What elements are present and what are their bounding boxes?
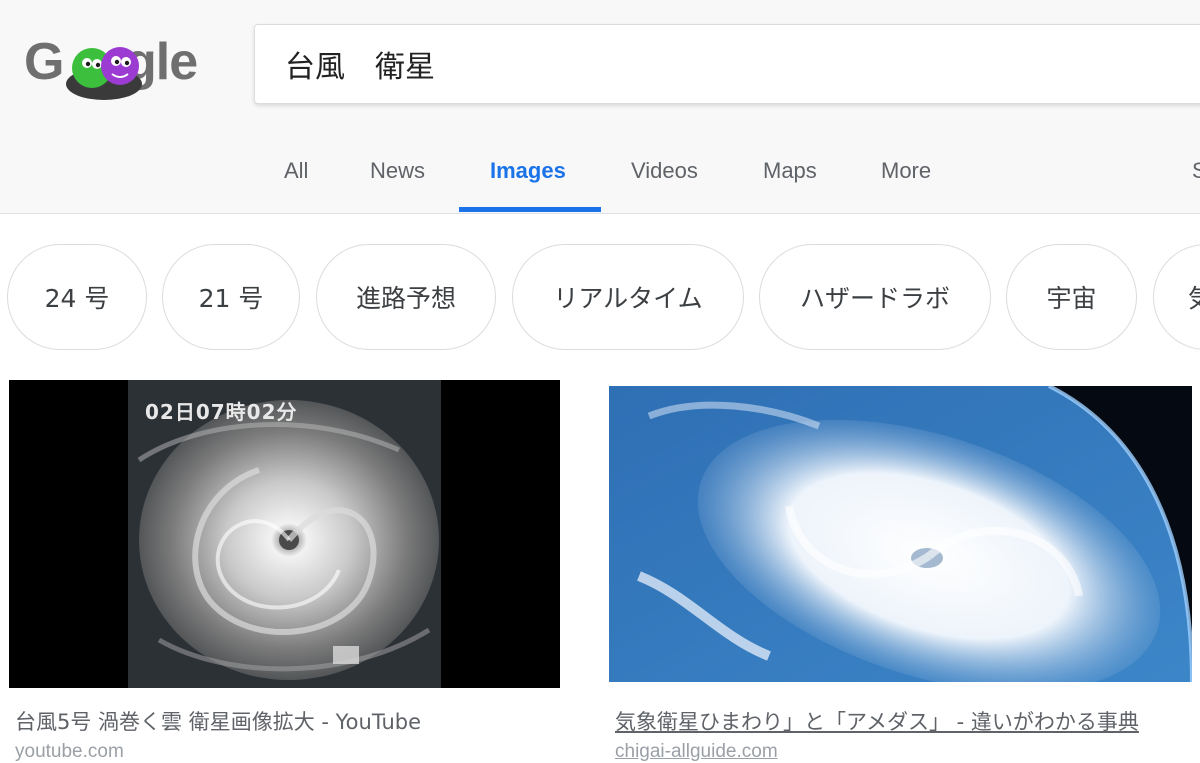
image-result-2[interactable]: 気象衛星ひまわり」と「アメダス」 - 違いがわかる事典 chigai-allgu… <box>600 380 1200 763</box>
weathernews-logo-icon <box>333 646 359 664</box>
tab-videos[interactable]: Videos <box>631 158 698 213</box>
header: Google All News Images Videos Maps Mo <box>0 0 1200 214</box>
tab-more[interactable]: More <box>881 158 931 213</box>
earth-typhoon-image <box>609 386 1192 682</box>
doodle-icon <box>66 47 142 100</box>
result-thumbnail[interactable]: 02日07時02分 <box>9 380 560 688</box>
chip-hazard-lab[interactable]: ハザードラボ <box>759 244 991 350</box>
result-domain[interactable]: youtube.com <box>15 741 124 763</box>
typhoon-satellite-image <box>128 380 441 688</box>
related-chips: 24 号 21 号 進路予想 リアルタイム ハザードラボ 宇宙 気 <box>0 244 1200 352</box>
image-result-1[interactable]: 02日07時02分 台風5号 渦巻く雲 衛星画像拡大 - YouTube you… <box>0 380 570 763</box>
chip-partial[interactable]: 気 <box>1153 244 1200 350</box>
search-box[interactable] <box>254 24 1200 104</box>
result-domain[interactable]: chigai-allguide.com <box>615 741 778 763</box>
chip-shinro-yosou[interactable]: 進路予想 <box>316 244 496 350</box>
chip-24go[interactable]: 24 号 <box>7 244 147 350</box>
google-logo[interactable]: Google <box>24 30 200 100</box>
search-tabs: All News Images Videos Maps More S <box>0 140 1200 213</box>
chip-21go[interactable]: 21 号 <box>162 244 300 350</box>
result-title[interactable]: 台風5号 渦巻く雲 衛星画像拡大 - YouTube <box>15 706 421 736</box>
chip-uchu[interactable]: 宇宙 <box>1006 244 1137 350</box>
tab-settings-partial[interactable]: S <box>1192 158 1200 184</box>
tab-images[interactable]: Images <box>490 158 566 213</box>
tab-all[interactable]: All <box>284 158 308 213</box>
result-thumbnail[interactable] <box>609 386 1192 682</box>
video-timestamp-overlay: 02日07時02分 <box>145 400 298 424</box>
tab-maps[interactable]: Maps <box>763 158 817 213</box>
result-title[interactable]: 気象衛星ひまわり」と「アメダス」 - 違いがわかる事典 <box>615 706 1139 736</box>
search-input[interactable] <box>285 41 1165 87</box>
active-tab-indicator <box>459 207 601 212</box>
chip-realtime[interactable]: リアルタイム <box>512 244 744 350</box>
tab-news[interactable]: News <box>370 158 425 213</box>
